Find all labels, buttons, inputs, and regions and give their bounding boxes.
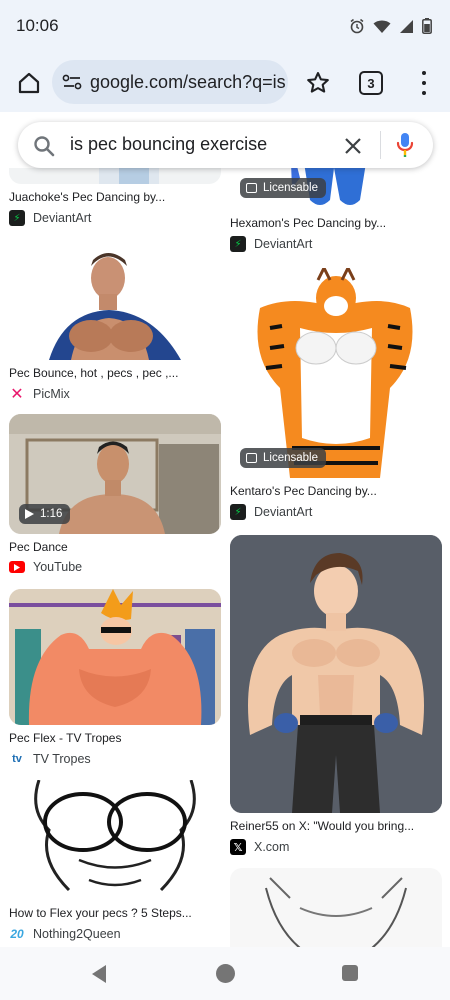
recents-icon[interactable]: [342, 965, 358, 981]
result-source[interactable]: YouTube: [9, 560, 82, 574]
image-result[interactable]: [230, 868, 442, 947]
star-icon: [307, 72, 329, 93]
clear-icon[interactable]: [342, 135, 364, 157]
result-title[interactable]: Kentaro's Pec Dancing by...: [230, 484, 442, 498]
image-result[interactable]: 1:16 Pec Dance YouTube: [9, 414, 221, 578]
image-result[interactable]: Juachoke's Pec Dancing by... ⚡ DeviantAr…: [9, 168, 221, 228]
nothing2queen-icon: 20: [10, 927, 24, 941]
licensable-badge: Licensable: [240, 178, 326, 198]
image-result[interactable]: Licensable Hexamon's Pec Dancing by... ⚡…: [230, 168, 442, 258]
result-source[interactable]: 𝕏 X.com: [230, 839, 289, 855]
address-bar[interactable]: google.com/search?q=is: [52, 60, 288, 104]
result-source[interactable]: ⚡ DeviantArt: [9, 210, 91, 226]
status-time: 10:06: [16, 16, 59, 35]
alarm-icon: [350, 18, 364, 34]
play-icon: [25, 509, 34, 519]
picmix-icon: ✕: [10, 386, 24, 403]
result-source[interactable]: ⚡ DeviantArt: [230, 504, 312, 520]
x-icon: 𝕏: [230, 839, 246, 855]
result-title[interactable]: Hexamon's Pec Dancing by...: [230, 216, 442, 230]
licensable-badge: Licensable: [240, 448, 326, 468]
result-source[interactable]: ✕ PicMix: [9, 386, 70, 403]
youtube-icon: [9, 561, 25, 573]
image-result[interactable]: Pec Bounce, hot , pecs , pec ,... ✕ PicM…: [9, 242, 221, 403]
result-thumbnail[interactable]: [9, 780, 221, 900]
microphone-icon[interactable]: [396, 132, 414, 158]
browser-toolbar: google.com/search?q=is 3: [0, 56, 450, 112]
status-icons: [349, 18, 432, 34]
result-source[interactable]: ⚡ DeviantArt: [230, 236, 312, 252]
result-thumbnail[interactable]: [230, 535, 442, 813]
result-thumbnail[interactable]: Licensable: [230, 268, 442, 478]
result-title[interactable]: Pec Dance: [9, 540, 221, 554]
status-bar: 10:06: [0, 0, 450, 56]
battery-icon: [422, 18, 432, 34]
result-source[interactable]: 20 Nothing2Queen: [9, 926, 120, 942]
image-result[interactable]: Licensable Kentaro's Pec Dancing by... ⚡…: [230, 268, 442, 524]
result-thumbnail[interactable]: [9, 589, 221, 725]
image-result[interactable]: How to Flex your pecs ? 5 Steps... 20 No…: [9, 780, 221, 947]
result-thumbnail[interactable]: [9, 242, 221, 360]
home-button[interactable]: [14, 68, 44, 98]
deviantart-icon: ⚡: [9, 210, 25, 226]
back-icon[interactable]: [90, 964, 108, 984]
tvtropes-icon: tv: [12, 753, 22, 765]
search-divider: [380, 131, 381, 159]
result-title[interactable]: Pec Flex - TV Tropes: [9, 731, 221, 745]
result-thumbnail[interactable]: [230, 868, 442, 947]
signal-icon: [400, 19, 413, 33]
deviantart-icon: ⚡: [230, 504, 246, 520]
search-bar[interactable]: is pec bouncing exercise: [18, 122, 433, 168]
home-nav-icon[interactable]: [216, 964, 235, 983]
home-icon: [18, 72, 40, 94]
image-icon: [246, 453, 257, 463]
result-thumbnail[interactable]: 1:16: [9, 414, 221, 534]
wifi-icon: [373, 20, 391, 33]
site-settings-icon[interactable]: [62, 74, 82, 90]
result-title[interactable]: Juachoke's Pec Dancing by...: [9, 190, 221, 204]
image-results-grid: Juachoke's Pec Dancing by... ⚡ DeviantAr…: [0, 168, 450, 947]
system-nav-bar: [0, 947, 450, 1000]
image-result[interactable]: Reiner55 on X: "Would you bring... 𝕏 X.c…: [230, 535, 442, 857]
result-title[interactable]: Pec Bounce, hot , pecs , pec ,...: [9, 366, 221, 380]
video-duration-badge: 1:16: [19, 504, 71, 524]
address-url: google.com/search?q=is: [90, 71, 286, 92]
result-thumbnail[interactable]: Licensable: [230, 168, 442, 210]
result-title[interactable]: Reiner55 on X: "Would you bring...: [230, 819, 442, 833]
search-input[interactable]: is pec bouncing exercise: [70, 134, 267, 155]
tab-switcher-button[interactable]: 3: [359, 71, 383, 95]
overflow-menu-button[interactable]: [418, 68, 430, 98]
search-icon: [34, 136, 55, 157]
image-result[interactable]: Pec Flex - TV Tropes tv TV Tropes: [9, 589, 221, 769]
image-icon: [246, 183, 257, 193]
result-title[interactable]: How to Flex your pecs ? 5 Steps...: [9, 906, 221, 920]
result-source[interactable]: tv TV Tropes: [9, 751, 91, 767]
bookmark-button[interactable]: [304, 69, 332, 97]
deviantart-icon: ⚡: [230, 236, 246, 252]
result-thumbnail[interactable]: [9, 168, 221, 184]
